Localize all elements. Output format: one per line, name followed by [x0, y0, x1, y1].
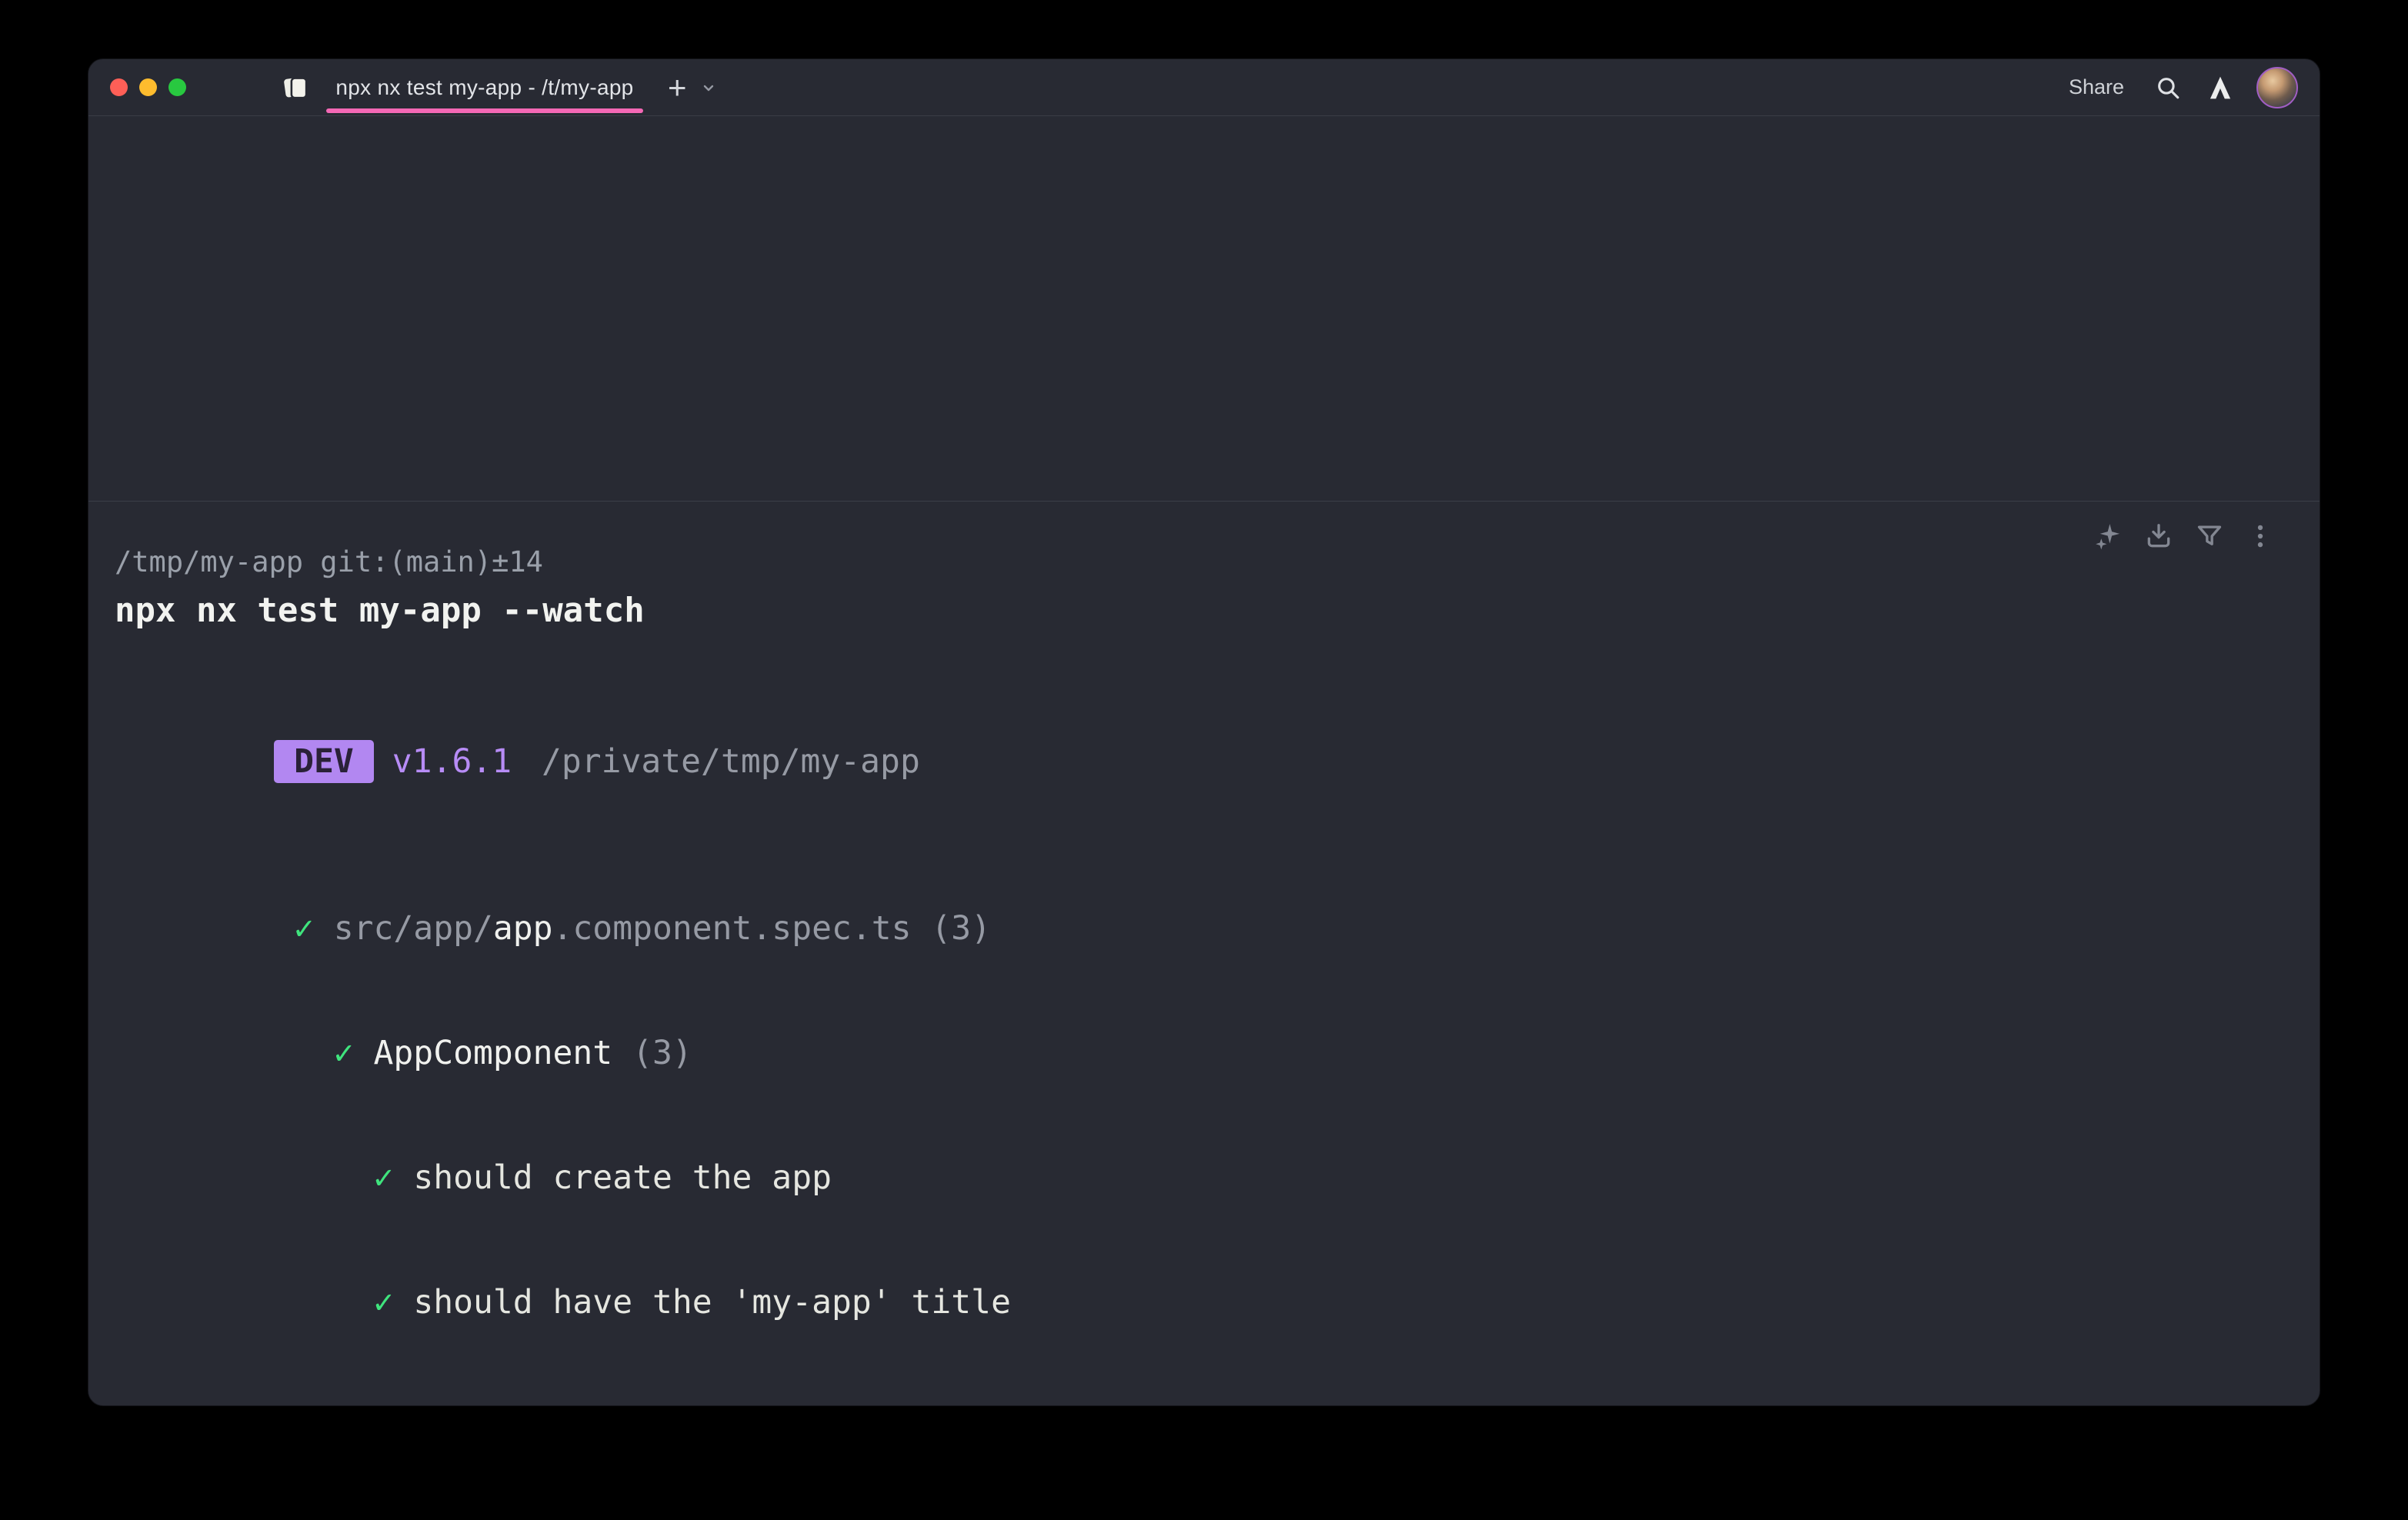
search-icon[interactable] [2155, 75, 2181, 101]
tab-title: npx nx test my-app - /t/my-app [335, 75, 633, 100]
vitest-version: v1.6.1 [392, 742, 512, 781]
command-text[interactable]: npx nx test my-app --watch [115, 588, 2320, 634]
active-tab[interactable]: npx nx test my-app - /t/my-app [326, 59, 643, 115]
test-case-line: ✓ should create the app [115, 1115, 2320, 1240]
scrollback-area [88, 116, 2320, 501]
check-icon: ✓ [374, 1283, 394, 1322]
download-icon[interactable] [2144, 522, 2173, 551]
tab-list-icon[interactable] [278, 71, 312, 105]
command-block: /tmp/my-app git:(main)±14 npx nx test my… [88, 501, 2320, 1406]
check-icon: ✓ [294, 909, 314, 948]
test-file-ext: .component.spec.ts [553, 909, 912, 948]
test-case-line: ✓ should have the 'my-app' title [115, 1240, 2320, 1365]
test-case-name: should have the 'my-app' title [413, 1283, 1011, 1322]
tab-bar: npx nx test my-app - /t/my-app + Share [88, 59, 2320, 116]
filter-icon[interactable] [2195, 522, 2224, 551]
check-icon: ✓ [334, 1034, 354, 1072]
traffic-lights [110, 78, 186, 96]
minimize-button[interactable] [139, 78, 157, 96]
blank-line [115, 825, 2320, 866]
test-suite-line: ✓ AppComponent (3) [115, 991, 2320, 1115]
close-button[interactable] [110, 78, 128, 96]
kebab-menu-icon[interactable] [2246, 522, 2275, 551]
shell-prompt: /tmp/my-app git:(main)±14 [115, 542, 2320, 583]
chevron-down-icon[interactable] [699, 78, 718, 97]
command-output: DEV v1.6.1/private/tmp/my-app ✓ src/app/ap… [115, 698, 2320, 1406]
warp-logo-icon [2209, 75, 2232, 101]
test-suite-name: AppComponent [374, 1034, 613, 1072]
terminal-window: npx nx test my-app - /t/my-app + Share [88, 58, 2320, 1406]
vitest-header-line: DEV v1.6.1/private/tmp/my-app [115, 698, 2320, 825]
test-suite-count: (3) [632, 1034, 692, 1072]
test-case-line: ✓should render title [115, 1365, 2320, 1406]
test-file-dir: src/app/ [334, 909, 493, 948]
block-toolbar [2093, 522, 2275, 551]
zoom-button[interactable] [168, 78, 186, 96]
vitest-root-path: /private/tmp/my-app [542, 742, 920, 781]
ai-sparkles-icon[interactable] [2093, 522, 2123, 551]
avatar[interactable] [2256, 67, 2298, 108]
test-file-line: ✓ src/app/app.component.spec.ts (3) [115, 866, 2320, 991]
share-button[interactable]: Share [2069, 75, 2124, 99]
dev-badge: DEV [274, 740, 374, 783]
active-tab-underline [326, 108, 643, 113]
check-icon: ✓ [374, 1158, 394, 1197]
new-tab-button[interactable]: + [663, 72, 692, 104]
test-file-name: app [493, 909, 553, 948]
test-file-count: (3) [931, 909, 991, 948]
test-case-name: should create the app [413, 1158, 832, 1197]
